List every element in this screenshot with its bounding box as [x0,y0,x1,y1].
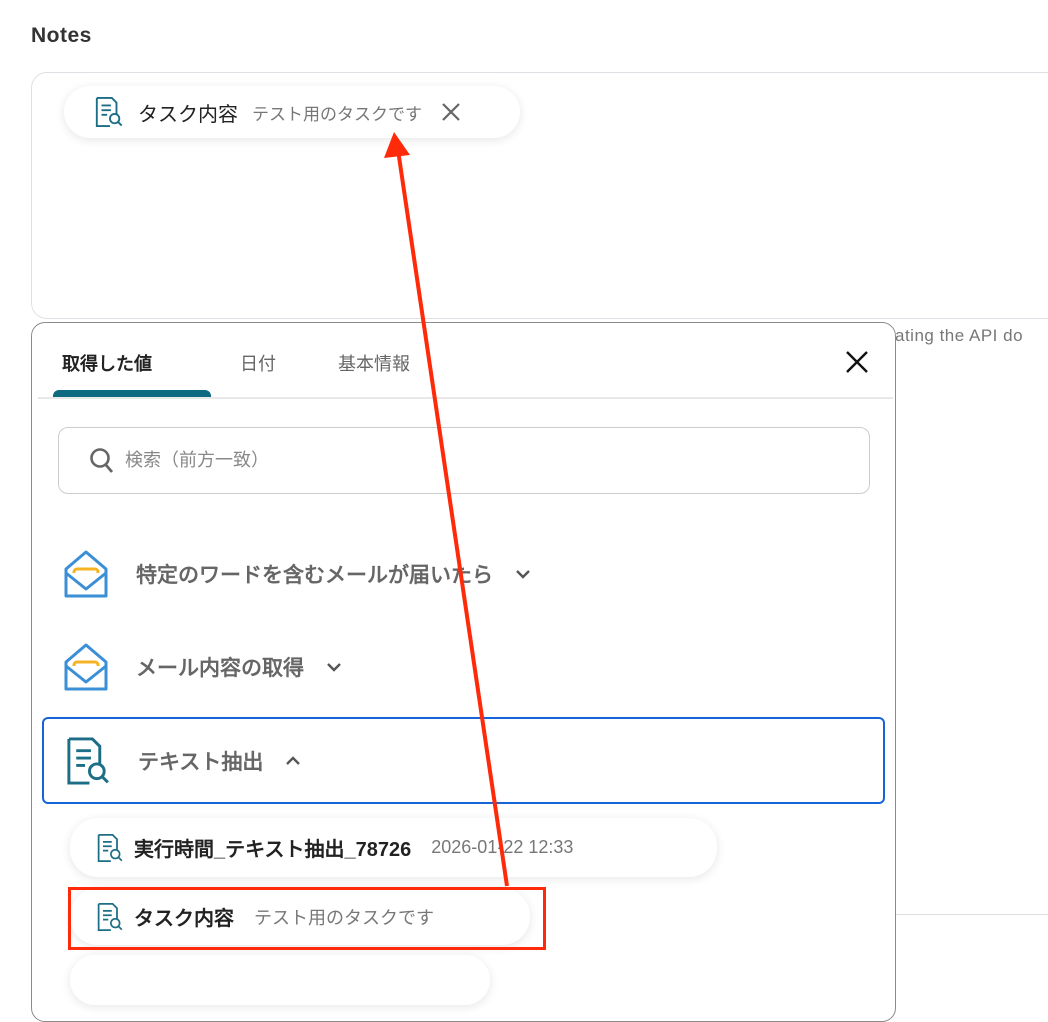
chip-value: テスト用のタスクです [252,104,422,124]
chevron-up-icon[interactable] [283,751,303,771]
item-value: 2026-01-22 12:33 [431,837,574,857]
search-icon [90,447,114,473]
mail-icon [62,549,110,599]
group-label: テキスト抽出 [138,750,264,774]
notes-helper-text: ating the API do [895,326,1024,345]
variable-item-partial[interactable] [70,955,490,1005]
tab-basic-info[interactable]: 基本情報 [338,350,410,376]
group-mail-trigger[interactable]: 特定のワードを含むメールが届いたら [42,530,885,617]
chip-label: タスク内容 [138,103,238,126]
annotation-highlight-box [68,887,546,950]
group-label: 特定のワードを含むメールが届いたら [136,563,493,587]
mail-icon [62,642,110,692]
tab-divider [38,397,893,399]
close-icon[interactable] [843,348,871,376]
item-label: 実行時間_テキスト抽出_78726 [134,839,412,861]
group-label: メール内容の取得 [136,656,304,680]
document-search-icon [94,96,124,128]
group-mail-content[interactable]: メール内容の取得 [42,623,885,710]
variable-item[interactable]: 実行時間_テキスト抽出_78726 2026-01-22 12:33 [70,818,717,877]
notes-label: Notes [31,24,92,47]
tab-acquired-values[interactable]: 取得した値 [62,350,152,376]
search-input[interactable] [123,449,827,472]
divider [896,914,1048,915]
document-search-icon [96,833,124,863]
search-field[interactable] [58,427,870,494]
group-text-extraction[interactable]: テキスト抽出 [42,717,885,804]
notes-variable-chip[interactable]: タスク内容 テスト用のタスクです [64,86,520,138]
tab-date[interactable]: 日付 [240,350,276,376]
remove-chip-icon[interactable] [440,101,462,123]
chevron-down-icon[interactable] [513,564,533,584]
document-search-icon [64,736,112,786]
chevron-down-icon[interactable] [324,657,344,677]
